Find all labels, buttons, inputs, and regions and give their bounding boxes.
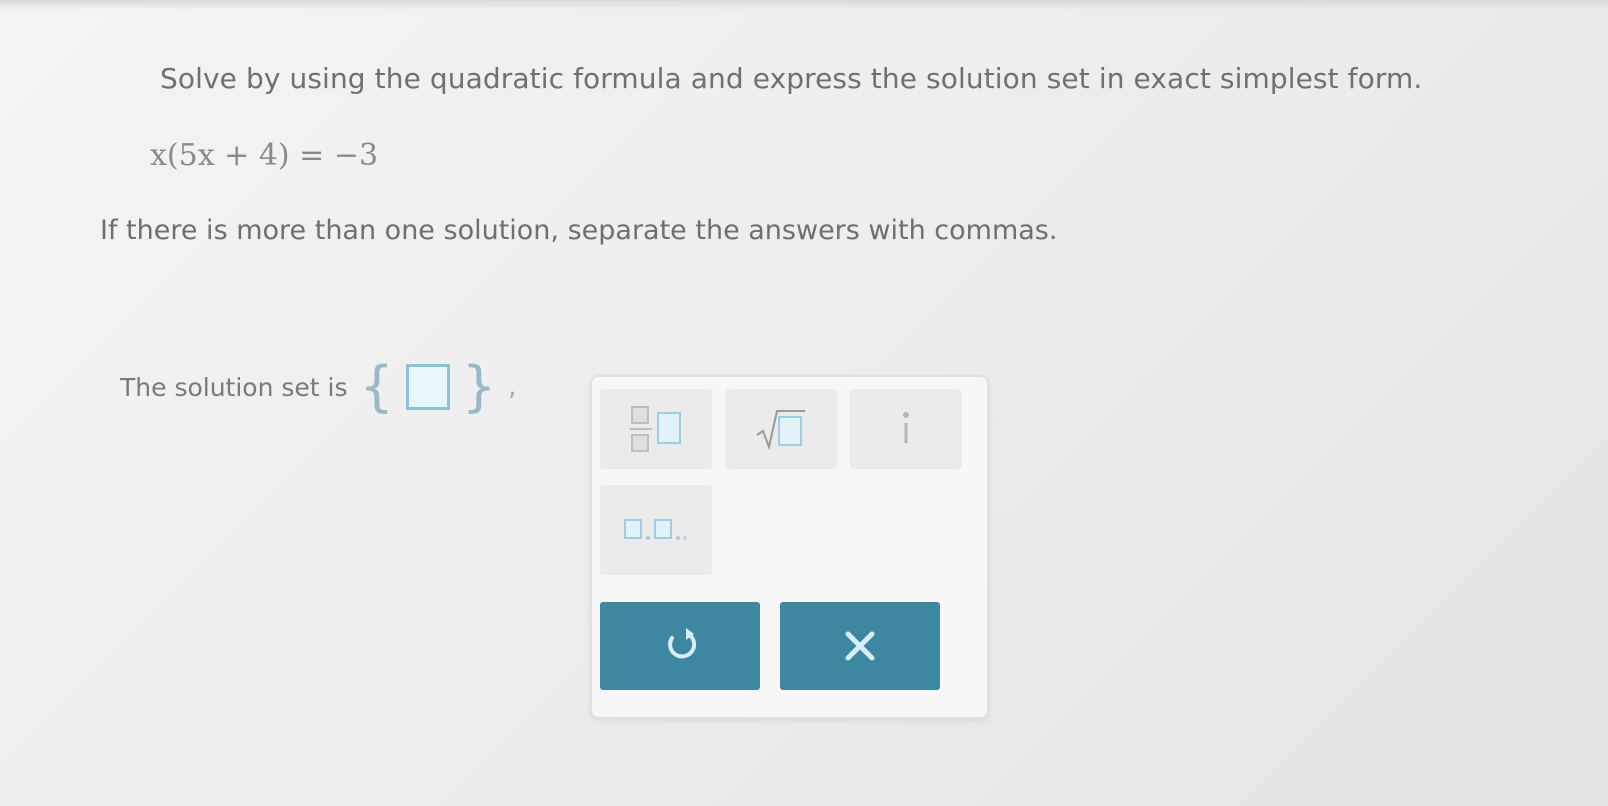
sqrt-key[interactable] <box>725 389 837 469</box>
undo-icon <box>668 628 697 659</box>
open-brace: { <box>359 355 394 418</box>
problem-hint: If there is more than one solution, sepa… <box>100 215 1058 246</box>
problem-equation: x(5x + 4) = −3 <box>150 138 379 173</box>
fraction-key[interactable] <box>600 389 712 469</box>
imaginary-unit-icon <box>903 412 909 443</box>
comma-list-icon <box>624 519 687 540</box>
top-shadow <box>0 0 1608 10</box>
clear-icon <box>845 631 875 661</box>
undo-button[interactable] <box>600 602 760 690</box>
close-brace: } <box>461 355 497 418</box>
problem-instruction: Solve by using the quadratic formula and… <box>160 62 1423 95</box>
imaginary-unit-key[interactable] <box>850 389 962 469</box>
answer-row: The solution set is { } , <box>120 360 517 414</box>
sqrt-icon <box>756 410 805 451</box>
fraction-icon <box>630 406 681 452</box>
answer-trailing-comma: , <box>508 372 517 402</box>
math-keypad <box>590 375 989 719</box>
answer-input[interactable] <box>405 364 450 410</box>
answer-label: The solution set is <box>120 372 348 402</box>
comma-list-key[interactable] <box>600 485 712 575</box>
clear-button[interactable] <box>780 602 940 690</box>
